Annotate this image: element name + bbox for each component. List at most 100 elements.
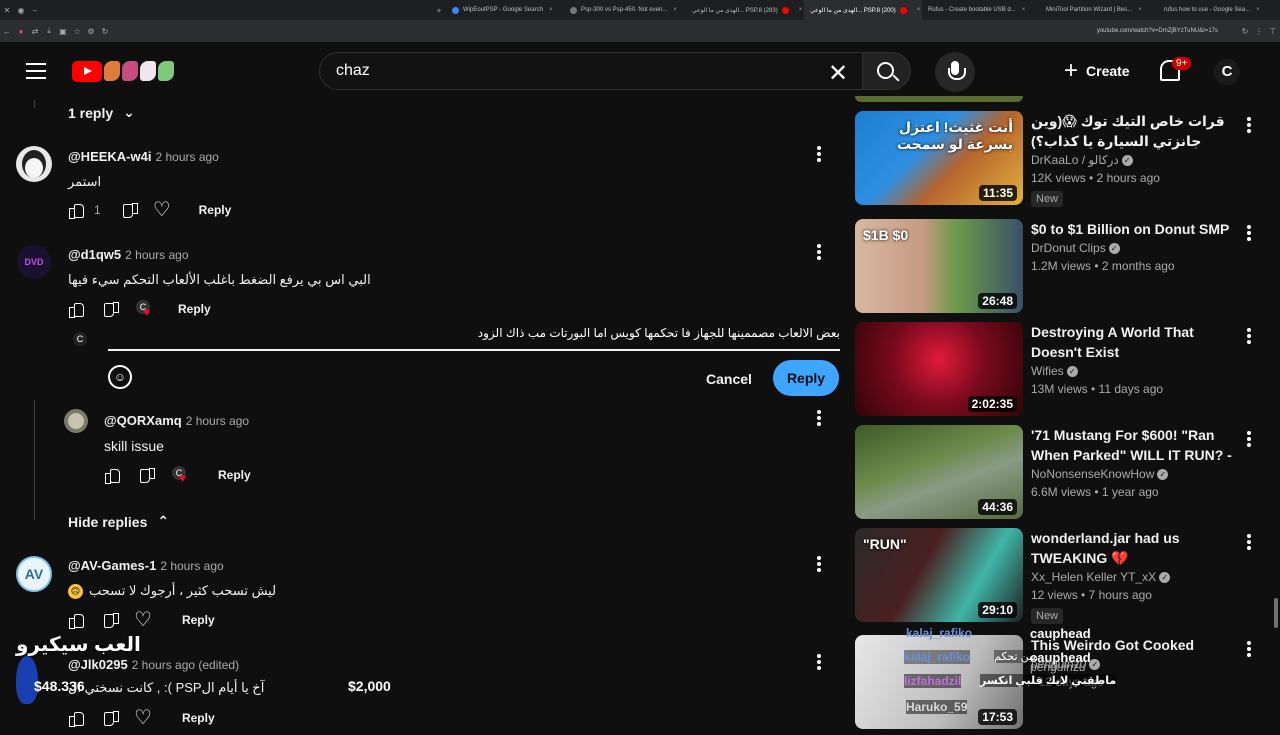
comment-time[interactable]: 2 hours ago — [155, 150, 218, 164]
video-thumbnail[interactable]: 44:36 — [855, 425, 1023, 519]
video-menu-icon[interactable] — [1247, 225, 1251, 241]
pin-icon[interactable]: ⊤ — [1266, 27, 1280, 36]
channel-name[interactable]: DrDonut Clips — [1031, 241, 1106, 255]
channel-name[interactable]: DrKaaLo / دركالو — [1031, 153, 1119, 167]
tab-7[interactable]: rufus how to use - Google Sea... × — [1158, 0, 1268, 20]
close-tab-icon[interactable]: × — [1138, 7, 1142, 13]
close-tab-icon[interactable]: × — [1022, 7, 1026, 13]
back-icon[interactable]: ← — [0, 27, 14, 36]
reply-button[interactable]: Reply — [218, 468, 251, 482]
video-channel[interactable]: penguinz0 ✓ — [1031, 657, 1241, 671]
comment-author[interactable]: @d1qw5 — [68, 247, 121, 262]
like-icon[interactable] — [68, 202, 84, 219]
video-item[interactable]: 17:53 This Weirdo Got Cooked penguinz0 ✓ • 1… — [855, 635, 1265, 735]
minimize-icon[interactable]: – — [28, 6, 42, 15]
reply-button[interactable]: Reply — [178, 302, 211, 316]
video-thumbnail[interactable]: "RUN" 29:10 — [855, 528, 1023, 622]
video-menu-icon[interactable] — [1247, 431, 1251, 447]
replies-toggle[interactable]: 1 reply ⌄ — [68, 104, 135, 121]
hide-replies-toggle[interactable]: Hide replies ⌃ — [68, 513, 169, 530]
tab-5[interactable]: Rufus - Create bootable USB d... × — [922, 0, 1040, 20]
settings-icon[interactable]: ⚙ — [84, 27, 98, 36]
heart-icon[interactable]: ♡ — [134, 610, 152, 630]
like-icon[interactable] — [68, 612, 84, 629]
channel-name[interactable]: NoNonsenseKnowHow — [1031, 467, 1154, 481]
video-item[interactable]: $0 $1B 26:48 $0 to $1 Billion on Donut SMP… — [855, 219, 1265, 319]
heart-icon[interactable]: ♡ — [134, 708, 152, 728]
video-channel[interactable]: Xx_Helen Keller YT_xX ✓ — [1031, 570, 1241, 584]
comment-author[interactable]: @QORXamq — [104, 413, 182, 428]
screenshot-icon[interactable]: ▣ — [56, 27, 70, 36]
dislike-icon[interactable] — [102, 710, 119, 726]
tab-3[interactable]: الهدى من ما الوعي... PSP.8 (283) × — [686, 0, 804, 20]
comment-author[interactable]: @AV-Games-1 — [68, 558, 156, 573]
video-channel[interactable]: DrKaaLo / دركالو ✓ — [1031, 153, 1241, 167]
video-thumbnail[interactable]: $0 $1B 26:48 — [855, 219, 1023, 313]
channel-name[interactable]: Wifies — [1031, 364, 1064, 378]
bookmark-icon[interactable]: ☆ — [70, 27, 84, 36]
url-field[interactable]: youtube.com/watch?v=DmZjBYzTuNU&t=17s — [1097, 28, 1218, 34]
scrollbar-thumb[interactable] — [1274, 598, 1278, 628]
channel-name[interactable]: penguinz0 — [1031, 657, 1086, 671]
channel-name[interactable]: Xx_Helen Keller YT_xX — [1031, 570, 1156, 584]
comment-menu-icon[interactable] — [817, 410, 821, 426]
comment-time[interactable]: 2 hours ago — [186, 414, 249, 428]
account-avatar[interactable]: C — [1214, 59, 1240, 85]
close-tab-icon[interactable]: × — [917, 7, 921, 13]
video-title[interactable]: قرات خاص التيك توك 😱(وين جانزتي السيارة … — [1031, 111, 1241, 151]
comment-time[interactable]: 2 hours ago — [160, 559, 223, 573]
dislike-icon[interactable] — [138, 467, 155, 483]
search-input[interactable] — [336, 62, 806, 80]
close-tab-icon[interactable]: × — [549, 7, 553, 13]
search-button[interactable] — [863, 52, 911, 90]
dislike-icon[interactable] — [102, 612, 119, 628]
dislike-icon[interactable] — [121, 202, 138, 218]
comment-menu-icon[interactable] — [817, 654, 821, 670]
heart-icon[interactable]: ♡ — [153, 200, 171, 220]
new-tab-icon[interactable]: + — [432, 6, 446, 15]
reply-button[interactable]: Reply — [182, 711, 215, 725]
video-channel[interactable]: NoNonsenseKnowHow ✓ — [1031, 467, 1241, 481]
comment-author[interactable]: @Jlk0295 — [68, 657, 128, 672]
like-icon[interactable] — [68, 301, 84, 318]
video-title[interactable]: This Weirdo Got Cooked — [1031, 635, 1241, 655]
close-tab-icon[interactable]: × — [673, 7, 677, 13]
video-title[interactable]: '71 Mustang For $600! "Ran When Parked" … — [1031, 425, 1241, 465]
video-channel[interactable]: DrDonut Clips ✓ — [1031, 241, 1241, 255]
like-icon[interactable] — [104, 467, 120, 484]
translate-icon[interactable]: ⇄ — [28, 27, 42, 36]
dislike-icon[interactable] — [102, 301, 119, 317]
video-menu-icon[interactable] — [1247, 117, 1251, 133]
close-tab-icon[interactable]: × — [1256, 7, 1260, 13]
clear-search-icon[interactable]: ✕ — [828, 59, 848, 88]
close-tab-icon[interactable]: × — [799, 7, 803, 13]
video-title[interactable]: Destroying A World That Doesn't Exist — [1031, 322, 1241, 362]
avatar[interactable]: AV — [16, 556, 52, 592]
close-window-icon[interactable]: ✕ — [0, 6, 14, 15]
emoji-icon[interactable]: ☺ — [108, 365, 132, 389]
reply-button[interactable]: Reply — [199, 203, 232, 217]
video-title[interactable]: wonderland.jar had us TWEAKING 💔 — [1031, 528, 1241, 568]
tab-2[interactable]: Psp-300 vs Psp-450. Not even... × — [564, 0, 686, 20]
video-channel[interactable]: Wifies ✓ — [1031, 364, 1241, 378]
hamburger-menu-icon[interactable] — [26, 63, 46, 79]
comment-time[interactable]: 2 hours ago — [125, 248, 188, 262]
comment-author[interactable]: @HEEKA-w4i — [68, 149, 151, 164]
avatar[interactable]: DVD — [17, 245, 51, 279]
browser-menu-icon[interactable]: ⋮ — [1252, 27, 1266, 36]
video-thumbnail[interactable]: أنت غثيث! اعتزل بسرعة لو سمحت 11:35 — [855, 111, 1023, 205]
video-item[interactable]: 44:36 '71 Mustang For $600! "Ran When Par… — [855, 425, 1265, 525]
submit-reply-button[interactable]: Reply — [773, 360, 839, 396]
video-title[interactable]: $0 to $1 Billion on Donut SMP — [1031, 219, 1241, 239]
avatar[interactable] — [64, 409, 88, 433]
video-item[interactable]: "RUN" 29:10 wonderland.jar had us TWEAKING… — [855, 528, 1265, 628]
comment-menu-icon[interactable] — [817, 244, 821, 260]
video-thumbnail[interactable]: 2:02:35 — [855, 322, 1023, 416]
tab-1[interactable]: WipEoutPSP - Google Search × — [446, 0, 564, 20]
tab-6[interactable]: MiniTool Partition Wizard | Bes... × — [1040, 0, 1158, 20]
comment-menu-icon[interactable] — [817, 556, 821, 572]
video-item[interactable]: 2:02:35 Destroying A World That Doesn't E… — [855, 322, 1265, 422]
cancel-button[interactable]: Cancel — [696, 362, 762, 396]
comment-time[interactable]: 2 hours ago (edited) — [132, 658, 239, 672]
create-button[interactable]: + Create — [1048, 53, 1146, 89]
